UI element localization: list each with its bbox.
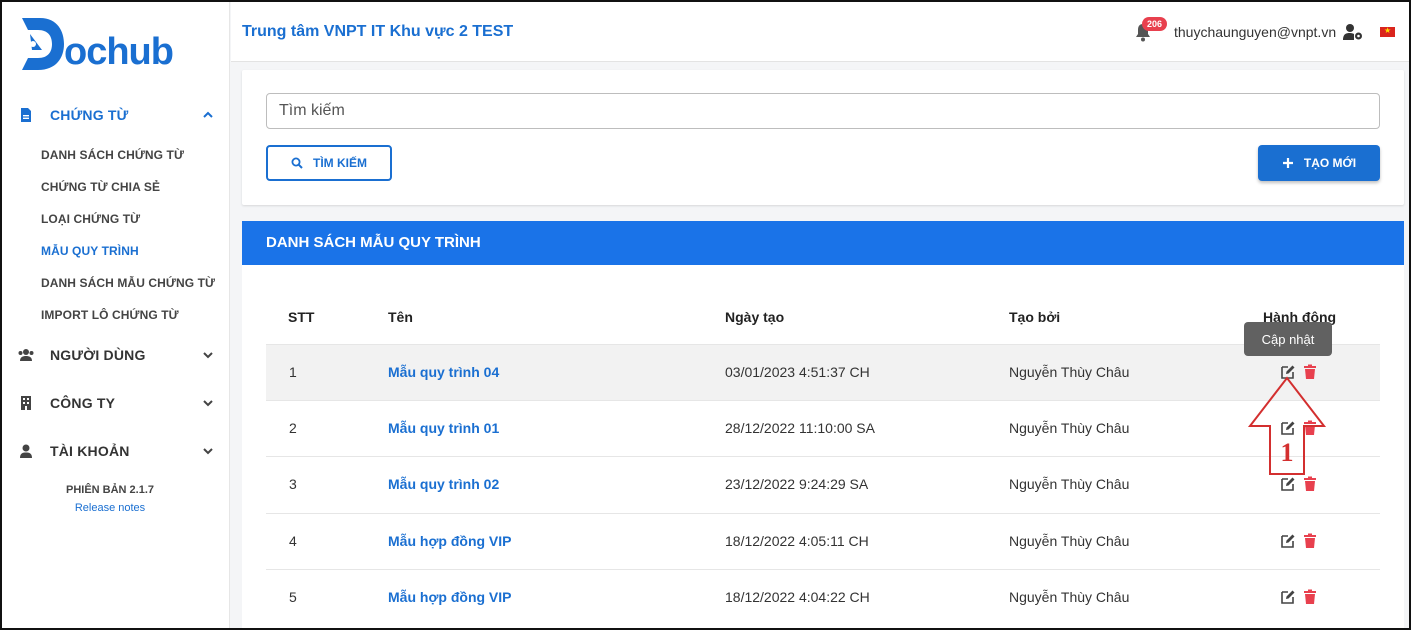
annotation-number: 1 xyxy=(1281,438,1294,467)
sidebar-item-danh-sach-chung-tu[interactable]: DANH SÁCH CHỨNG TỪ xyxy=(41,148,184,162)
notification-badge: 206 xyxy=(1142,17,1168,31)
sidebar-group-tai-khoan[interactable]: TÀI KHOẢN xyxy=(2,436,230,466)
app-frame: ochub CHỨNG TỪ DANH SÁCH CHỨNG TỪ CHỨNG … xyxy=(0,0,1411,630)
chevron-down-icon xyxy=(203,352,213,359)
row-stt: 4 xyxy=(289,533,297,549)
table-row: 4 Mẫu hợp đồng VIP 18/12/2022 4:05:11 CH… xyxy=(266,513,1380,569)
sidebar-group-label: CÔNG TY xyxy=(50,395,116,411)
column-header-created-by: Tạo bởi xyxy=(1009,309,1061,325)
column-header-stt: STT xyxy=(288,309,315,325)
workflow-template-list: DANH SÁCH MẪU QUY TRÌNH STT Tên Ngày tạo… xyxy=(242,221,1404,628)
table-row: 1 Mẫu quy trình 04 03/01/2023 4:51:37 CH… xyxy=(266,344,1380,400)
row-stt: 5 xyxy=(289,589,297,605)
version-label: PHIÊN BẢN 2.1.7 xyxy=(65,484,155,496)
sidebar-group-label: NGƯỜI DÙNG xyxy=(50,347,146,363)
sidebar-group-nguoi-dung[interactable]: NGƯỜI DÙNG xyxy=(2,340,230,370)
edit-icon[interactable] xyxy=(1280,589,1296,605)
search-input[interactable] xyxy=(266,93,1380,129)
edit-icon[interactable] xyxy=(1280,533,1296,549)
sidebar-item-loai-chung-tu[interactable]: LOẠI CHỨNG TỪ xyxy=(41,212,140,226)
list-header: DANH SÁCH MẪU QUY TRÌNH xyxy=(242,221,1404,265)
chevron-up-icon xyxy=(203,111,213,118)
row-name-link[interactable]: Mẫu quy trình 02 xyxy=(388,476,499,492)
table-row: 2 Mẫu quy trình 01 28/12/2022 11:10:00 S… xyxy=(266,400,1380,456)
create-button-label: TẠO MỚI xyxy=(1303,156,1357,170)
search-icon xyxy=(291,157,303,169)
vietnam-flag-icon[interactable]: ★ xyxy=(1380,26,1395,37)
trash-icon[interactable] xyxy=(1303,533,1317,549)
trash-icon[interactable] xyxy=(1303,589,1317,605)
logo-d-mark xyxy=(22,18,64,70)
search-panel: TÌM KIẾM TẠO MỚI xyxy=(242,70,1404,205)
sidebar-group-cong-ty[interactable]: CÔNG TY xyxy=(2,388,230,418)
logo-text: ochub xyxy=(64,31,174,73)
row-created-by: Nguyễn Thùy Châu xyxy=(1009,364,1130,380)
row-created: 18/12/2022 4:05:11 CH xyxy=(725,533,869,549)
row-created-by: Nguyễn Thùy Châu xyxy=(1009,533,1130,549)
row-created: 03/01/2023 4:51:37 CH xyxy=(725,364,870,380)
sidebar-group-label: CHỨNG TỪ xyxy=(50,107,129,123)
edit-tooltip: Cập nhật xyxy=(1244,322,1332,356)
row-name-link[interactable]: Mẫu hợp đồng VIP xyxy=(388,533,512,549)
user-email[interactable]: thuychaunguyen@vnpt.vn xyxy=(1174,24,1336,40)
table-row: 3 Mẫu quy trình 02 23/12/2022 9:24:29 SA… xyxy=(266,456,1380,512)
row-created-by: Nguyễn Thùy Châu xyxy=(1009,589,1130,605)
row-stt: 3 xyxy=(289,476,297,492)
row-created: 23/12/2022 9:24:29 SA xyxy=(725,476,869,492)
chevron-down-icon xyxy=(203,400,213,407)
sidebar-group-chung-tu[interactable]: CHỨNG TỪ xyxy=(2,100,230,130)
sidebar-item-chung-tu-chia-se[interactable]: CHỨNG TỪ CHIA SẺ xyxy=(41,180,160,194)
create-button[interactable]: TẠO MỚI xyxy=(1258,145,1380,181)
sidebar: ochub CHỨNG TỪ DANH SÁCH CHỨNG TỪ CHỨNG … xyxy=(2,2,230,628)
sidebar-item-mau-quy-trinh[interactable]: MẪU QUY TRÌNH xyxy=(41,244,139,258)
org-title: Trung tâm VNPT IT Khu vực 2 TEST xyxy=(242,23,514,40)
edit-icon[interactable] xyxy=(1280,476,1296,492)
user-icon xyxy=(20,444,32,458)
row-name-link[interactable]: Mẫu quy trình 04 xyxy=(388,364,499,380)
annotation-arrow-up: 1 xyxy=(1247,376,1327,475)
table-row: 5 Mẫu hợp đồng VIP 18/12/2022 4:04:22 CH… xyxy=(266,569,1380,625)
sidebar-item-danh-sach-mau-chung-tu[interactable]: DANH SÁCH MẪU CHỨNG TỪ xyxy=(41,276,215,290)
row-created-by: Nguyễn Thùy Châu xyxy=(1009,420,1130,436)
users-icon xyxy=(18,349,34,361)
release-notes-link[interactable]: Release notes xyxy=(2,502,218,514)
chevron-down-icon xyxy=(203,448,213,455)
row-created: 18/12/2022 4:04:22 CH xyxy=(725,589,870,605)
search-button[interactable]: TÌM KIẾM xyxy=(266,145,392,181)
column-header-name: Tên xyxy=(388,309,413,325)
top-header: Trung tâm VNPT IT Khu vực 2 TEST 206 thu… xyxy=(231,2,1409,62)
row-stt: 2 xyxy=(289,420,297,436)
row-created: 28/12/2022 11:10:00 SA xyxy=(725,420,875,436)
column-header-created: Ngày tạo xyxy=(725,309,785,325)
search-button-label: TÌM KIẾM xyxy=(313,156,367,170)
list-title: DANH SÁCH MẪU QUY TRÌNH xyxy=(266,234,481,251)
row-stt: 1 xyxy=(289,364,297,380)
sidebar-item-import-lo-chung-tu[interactable]: IMPORT LÔ CHỨNG TỪ xyxy=(41,308,179,322)
sidebar-group-label: TÀI KHOẢN xyxy=(50,443,130,459)
document-icon xyxy=(21,108,31,122)
row-created-by: Nguyễn Thùy Châu xyxy=(1009,476,1130,492)
plus-icon xyxy=(1282,158,1293,168)
trash-icon[interactable] xyxy=(1303,476,1317,492)
building-icon xyxy=(21,396,31,410)
user-settings-icon[interactable] xyxy=(1342,23,1364,41)
row-name-link[interactable]: Mẫu hợp đồng VIP xyxy=(388,589,512,605)
logo[interactable]: ochub xyxy=(18,12,198,74)
row-name-link[interactable]: Mẫu quy trình 01 xyxy=(388,420,499,436)
